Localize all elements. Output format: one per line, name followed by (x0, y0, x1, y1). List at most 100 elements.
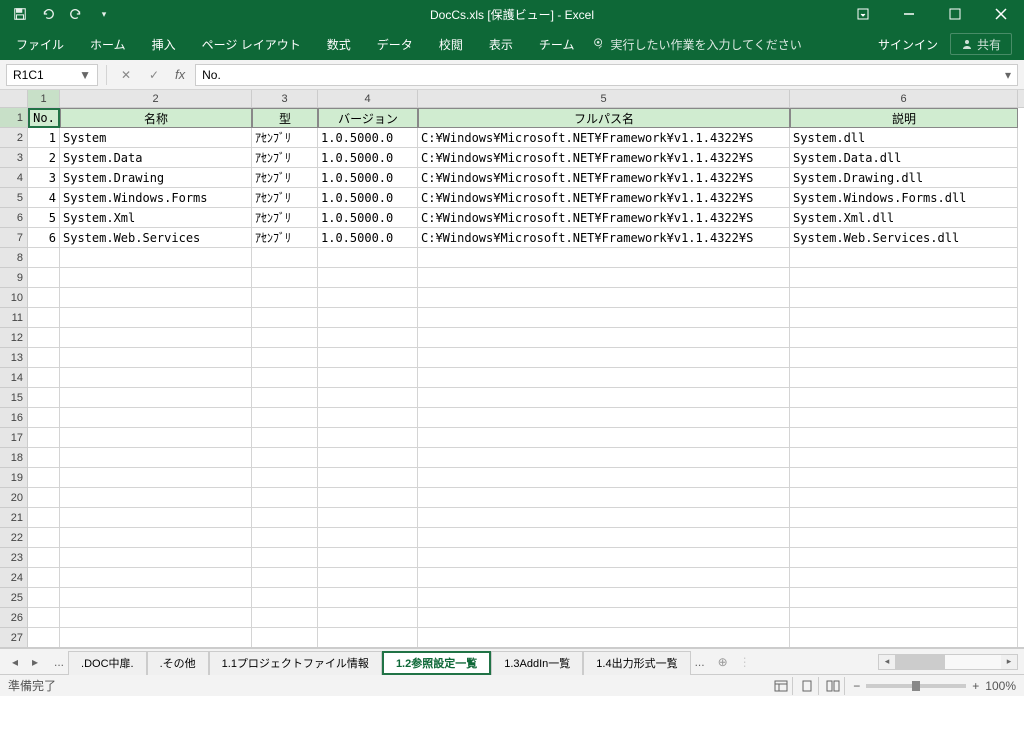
fx-icon[interactable]: fx (175, 67, 185, 82)
cell[interactable]: ｱｾﾝﾌﾞﾘ (252, 208, 318, 228)
cell[interactable] (28, 348, 60, 368)
cell[interactable] (318, 508, 418, 528)
cell[interactable] (790, 608, 1018, 628)
maximize-button[interactable] (932, 0, 978, 28)
cell[interactable]: System.Drawing (60, 168, 252, 188)
cell[interactable] (252, 568, 318, 588)
cell[interactable] (418, 528, 790, 548)
cell[interactable] (318, 388, 418, 408)
row-header-7[interactable]: 7 (0, 228, 28, 248)
cell[interactable]: 1.0.5000.0 (318, 208, 418, 228)
cell[interactable] (28, 548, 60, 568)
header-cell[interactable]: フルパス名 (418, 108, 790, 128)
sheet-tab-2[interactable]: 1.1プロジェクトファイル情報 (209, 651, 382, 675)
undo-button[interactable] (36, 2, 60, 26)
share-button[interactable]: 共有 (950, 33, 1012, 55)
row-header-23[interactable]: 23 (0, 548, 28, 568)
normal-view-button[interactable] (769, 677, 793, 695)
ribbon-tab-6[interactable]: 校閲 (427, 28, 475, 60)
cell[interactable] (60, 608, 252, 628)
row-header-20[interactable]: 20 (0, 488, 28, 508)
row-header-18[interactable]: 18 (0, 448, 28, 468)
row-header-9[interactable]: 9 (0, 268, 28, 288)
header-cell[interactable]: 説明 (790, 108, 1018, 128)
cell[interactable] (252, 508, 318, 528)
cell[interactable]: C:¥Windows¥Microsoft.NET¥Framework¥v1.1.… (418, 148, 790, 168)
cell[interactable] (28, 248, 60, 268)
cell[interactable] (790, 248, 1018, 268)
cell[interactable] (318, 408, 418, 428)
cell[interactable] (790, 488, 1018, 508)
cell[interactable] (418, 268, 790, 288)
cell[interactable] (60, 308, 252, 328)
cell[interactable] (252, 328, 318, 348)
cell[interactable]: 1.0.5000.0 (318, 228, 418, 248)
cell[interactable] (790, 448, 1018, 468)
row-header-8[interactable]: 8 (0, 248, 28, 268)
cell[interactable] (318, 268, 418, 288)
row-header-13[interactable]: 13 (0, 348, 28, 368)
cell[interactable] (28, 468, 60, 488)
cell[interactable] (318, 248, 418, 268)
cell[interactable] (252, 348, 318, 368)
sheet-tab-4[interactable]: 1.3AddIn一覧 (491, 651, 583, 675)
cell[interactable] (318, 308, 418, 328)
cell[interactable] (418, 488, 790, 508)
row-header-25[interactable]: 25 (0, 588, 28, 608)
cell[interactable] (790, 368, 1018, 388)
cell[interactable] (318, 448, 418, 468)
header-cell[interactable]: 名称 (60, 108, 252, 128)
cell[interactable] (318, 428, 418, 448)
row-header-1[interactable]: 1 (0, 108, 28, 128)
row-header-22[interactable]: 22 (0, 528, 28, 548)
cell[interactable] (252, 548, 318, 568)
ribbon-tab-1[interactable]: ホーム (78, 28, 138, 60)
cell[interactable]: ｱｾﾝﾌﾞﾘ (252, 188, 318, 208)
horizontal-scrollbar[interactable]: ◂▸ (878, 654, 1018, 670)
cell[interactable]: C:¥Windows¥Microsoft.NET¥Framework¥v1.1.… (418, 228, 790, 248)
row-header-24[interactable]: 24 (0, 568, 28, 588)
cell[interactable] (318, 628, 418, 648)
cell[interactable] (60, 628, 252, 648)
cell[interactable]: System.dll (790, 128, 1018, 148)
cell[interactable] (60, 248, 252, 268)
cell[interactable] (790, 528, 1018, 548)
row-header-14[interactable]: 14 (0, 368, 28, 388)
cell[interactable] (28, 328, 60, 348)
cell[interactable]: ｱｾﾝﾌﾞﾘ (252, 148, 318, 168)
cell[interactable] (790, 288, 1018, 308)
cell[interactable] (418, 468, 790, 488)
row-header-2[interactable]: 2 (0, 128, 28, 148)
cell[interactable]: System (60, 128, 252, 148)
ribbon-tab-5[interactable]: データ (365, 28, 425, 60)
cell[interactable] (790, 268, 1018, 288)
cell[interactable]: ｱｾﾝﾌﾞﾘ (252, 168, 318, 188)
cell[interactable] (60, 488, 252, 508)
zoom-out-button[interactable]: − (853, 679, 860, 693)
cell[interactable] (60, 548, 252, 568)
cell[interactable]: C:¥Windows¥Microsoft.NET¥Framework¥v1.1.… (418, 208, 790, 228)
cell[interactable] (28, 528, 60, 548)
cell[interactable]: ｱｾﾝﾌﾞﾘ (252, 128, 318, 148)
cell[interactable] (318, 288, 418, 308)
cell[interactable] (318, 588, 418, 608)
cell[interactable] (252, 388, 318, 408)
cell[interactable] (318, 608, 418, 628)
cell[interactable]: C:¥Windows¥Microsoft.NET¥Framework¥v1.1.… (418, 188, 790, 208)
cell[interactable] (28, 608, 60, 628)
cell[interactable]: C:¥Windows¥Microsoft.NET¥Framework¥v1.1.… (418, 128, 790, 148)
header-cell[interactable]: バージョン (318, 108, 418, 128)
cell[interactable]: 6 (28, 228, 60, 248)
col-header-4[interactable]: 4 (318, 90, 418, 107)
row-header-3[interactable]: 3 (0, 148, 28, 168)
cell[interactable] (28, 428, 60, 448)
row-header-27[interactable]: 27 (0, 628, 28, 648)
sheet-tab-1[interactable]: .その他 (147, 651, 209, 675)
cell[interactable] (418, 288, 790, 308)
cell[interactable] (418, 388, 790, 408)
cell[interactable]: System.Windows.Forms.dll (790, 188, 1018, 208)
cell[interactable] (252, 428, 318, 448)
cell[interactable] (790, 508, 1018, 528)
cell[interactable] (252, 528, 318, 548)
col-header-3[interactable]: 3 (252, 90, 318, 107)
